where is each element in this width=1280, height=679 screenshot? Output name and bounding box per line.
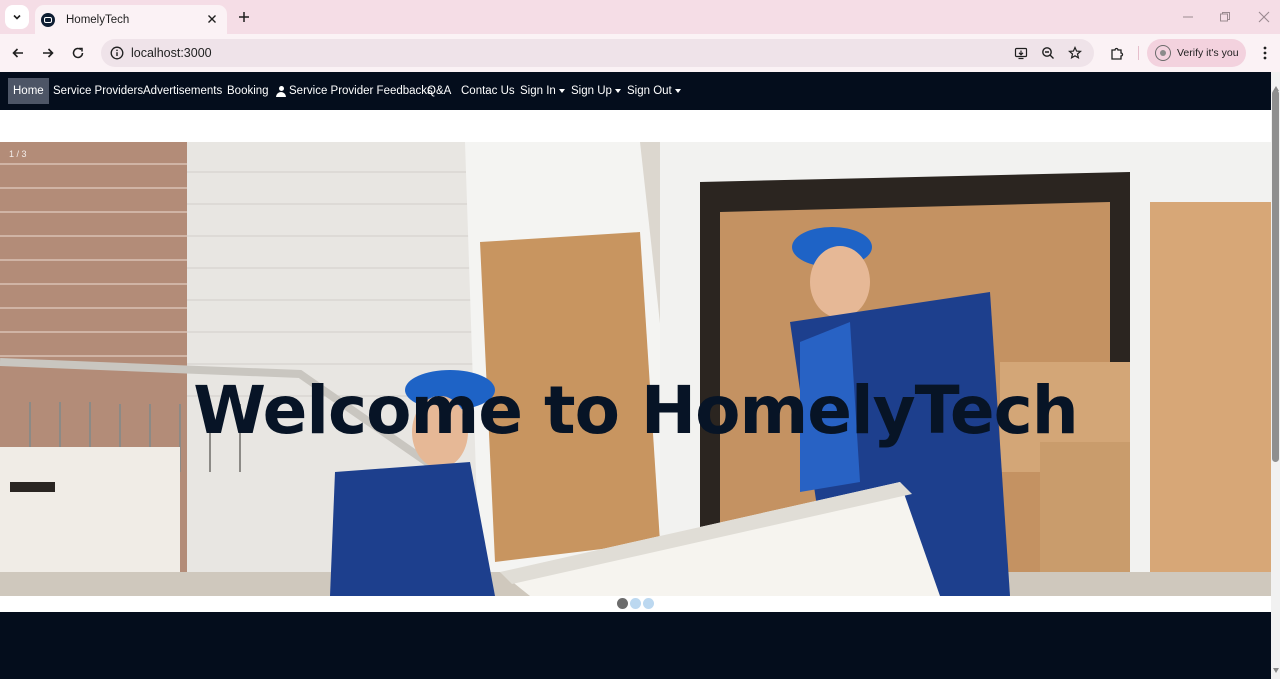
- back-button[interactable]: [7, 42, 29, 64]
- extensions-icon: [1110, 47, 1123, 60]
- movers-photo: [0, 142, 1271, 596]
- nav-qa-label: Q&A: [427, 85, 452, 97]
- nav-sign-out-dropdown[interactable]: Sign Out: [622, 78, 686, 104]
- forward-arrow-icon: [43, 48, 54, 58]
- carousel-dot-2[interactable]: [630, 598, 641, 609]
- tab-close-button[interactable]: [204, 11, 220, 27]
- nav-booking-label: Booking: [227, 85, 269, 97]
- zoom-icon: [1042, 47, 1054, 59]
- browser-toolbar: localhost:3000 Verify it's you: [0, 34, 1280, 72]
- close-icon: [208, 15, 216, 23]
- scroll-down-arrow-icon[interactable]: [1273, 668, 1279, 673]
- nav-contact-us[interactable]: Contac Us: [456, 78, 520, 104]
- tab-search-button[interactable]: [5, 5, 29, 29]
- site-info-button[interactable]: [109, 45, 125, 61]
- install-app-button[interactable]: [1013, 45, 1029, 61]
- nav-sign-up-label: Sign Up: [571, 85, 612, 97]
- nav-booking[interactable]: Booking: [222, 78, 274, 104]
- nav-sign-in-label: Sign In: [520, 85, 556, 97]
- caret-down-icon: [674, 89, 681, 93]
- star-icon: [1068, 46, 1082, 60]
- site-info-icon: [110, 46, 124, 60]
- favicon-icon: [41, 12, 55, 27]
- hero-title: Welcome to HomelyTech: [193, 372, 1079, 449]
- tab-title: HomelyTech: [66, 13, 130, 26]
- page-viewport: Home Service Providers Advertisements Bo…: [0, 72, 1280, 679]
- nav-contact-label: Contac Us: [461, 85, 515, 97]
- browser-tab[interactable]: HomelyTech: [35, 5, 227, 34]
- forward-button[interactable]: [37, 42, 59, 64]
- nav-home-label: Home: [13, 85, 44, 97]
- site-navbar: Home Service Providers Advertisements Bo…: [0, 72, 1271, 110]
- plus-icon: [239, 12, 249, 22]
- browser-menu-button[interactable]: [1256, 43, 1274, 63]
- scrollbar-thumb[interactable]: [1272, 90, 1279, 462]
- caret-down-icon: [558, 89, 565, 93]
- restore-button[interactable]: [1215, 8, 1235, 26]
- nav-service-providers[interactable]: Service Providers: [48, 78, 148, 104]
- nav-service-provider-feedbacks[interactable]: Service Provider Feedbacks: [271, 78, 438, 104]
- address-bar[interactable]: localhost:3000: [101, 39, 1094, 67]
- nav-advertisements-label: Advertisements: [143, 85, 223, 97]
- browser-tab-bar: HomelyTech: [0, 0, 1280, 34]
- profile-avatar-icon: [1155, 45, 1171, 61]
- url-text[interactable]: localhost:3000: [131, 46, 212, 60]
- hero-carousel[interactable]: 1 / 3 Welcome to HomelyTech: [0, 142, 1271, 596]
- nav-sign-in-dropdown[interactable]: Sign In: [515, 78, 570, 104]
- page-scrollbar[interactable]: [1271, 72, 1280, 679]
- close-icon: [1258, 11, 1270, 23]
- nav-sign-up-dropdown[interactable]: Sign Up: [566, 78, 626, 104]
- bookmark-button[interactable]: [1067, 45, 1083, 61]
- back-arrow-icon: [12, 48, 23, 58]
- close-window-button[interactable]: [1254, 8, 1274, 26]
- slide-counter: 1 / 3: [9, 149, 27, 159]
- minimize-button[interactable]: [1178, 8, 1198, 26]
- nav-home[interactable]: Home: [8, 78, 49, 104]
- person-icon: [276, 85, 286, 97]
- new-tab-button[interactable]: [234, 7, 254, 27]
- chevron-down-icon: [13, 14, 21, 20]
- zoom-button[interactable]: [1040, 45, 1056, 61]
- kebab-menu-icon: [1263, 46, 1267, 60]
- toolbar-separator: [1138, 46, 1139, 60]
- minimize-icon: [1183, 16, 1193, 18]
- nav-feedbacks-label: Service Provider Feedbacks: [289, 85, 433, 97]
- nav-qa[interactable]: Q&A: [422, 78, 456, 104]
- carousel-dot-3[interactable]: [643, 598, 654, 609]
- verify-label: Verify it's you: [1177, 47, 1239, 59]
- install-app-icon: [1014, 47, 1028, 60]
- caret-down-icon: [614, 89, 621, 93]
- nav-sign-out-label: Sign Out: [627, 85, 672, 97]
- verify-identity-button[interactable]: Verify it's you: [1147, 39, 1246, 67]
- reload-icon: [72, 47, 84, 59]
- nav-service-providers-label: Service Providers: [53, 85, 144, 97]
- reload-button[interactable]: [67, 42, 89, 64]
- carousel-indicators: [617, 598, 654, 609]
- carousel-dot-1[interactable]: [617, 598, 628, 609]
- dark-section: [0, 612, 1271, 679]
- restore-icon: [1220, 12, 1230, 22]
- extensions-button[interactable]: [1107, 43, 1127, 63]
- nav-advertisements[interactable]: Advertisements: [138, 78, 227, 104]
